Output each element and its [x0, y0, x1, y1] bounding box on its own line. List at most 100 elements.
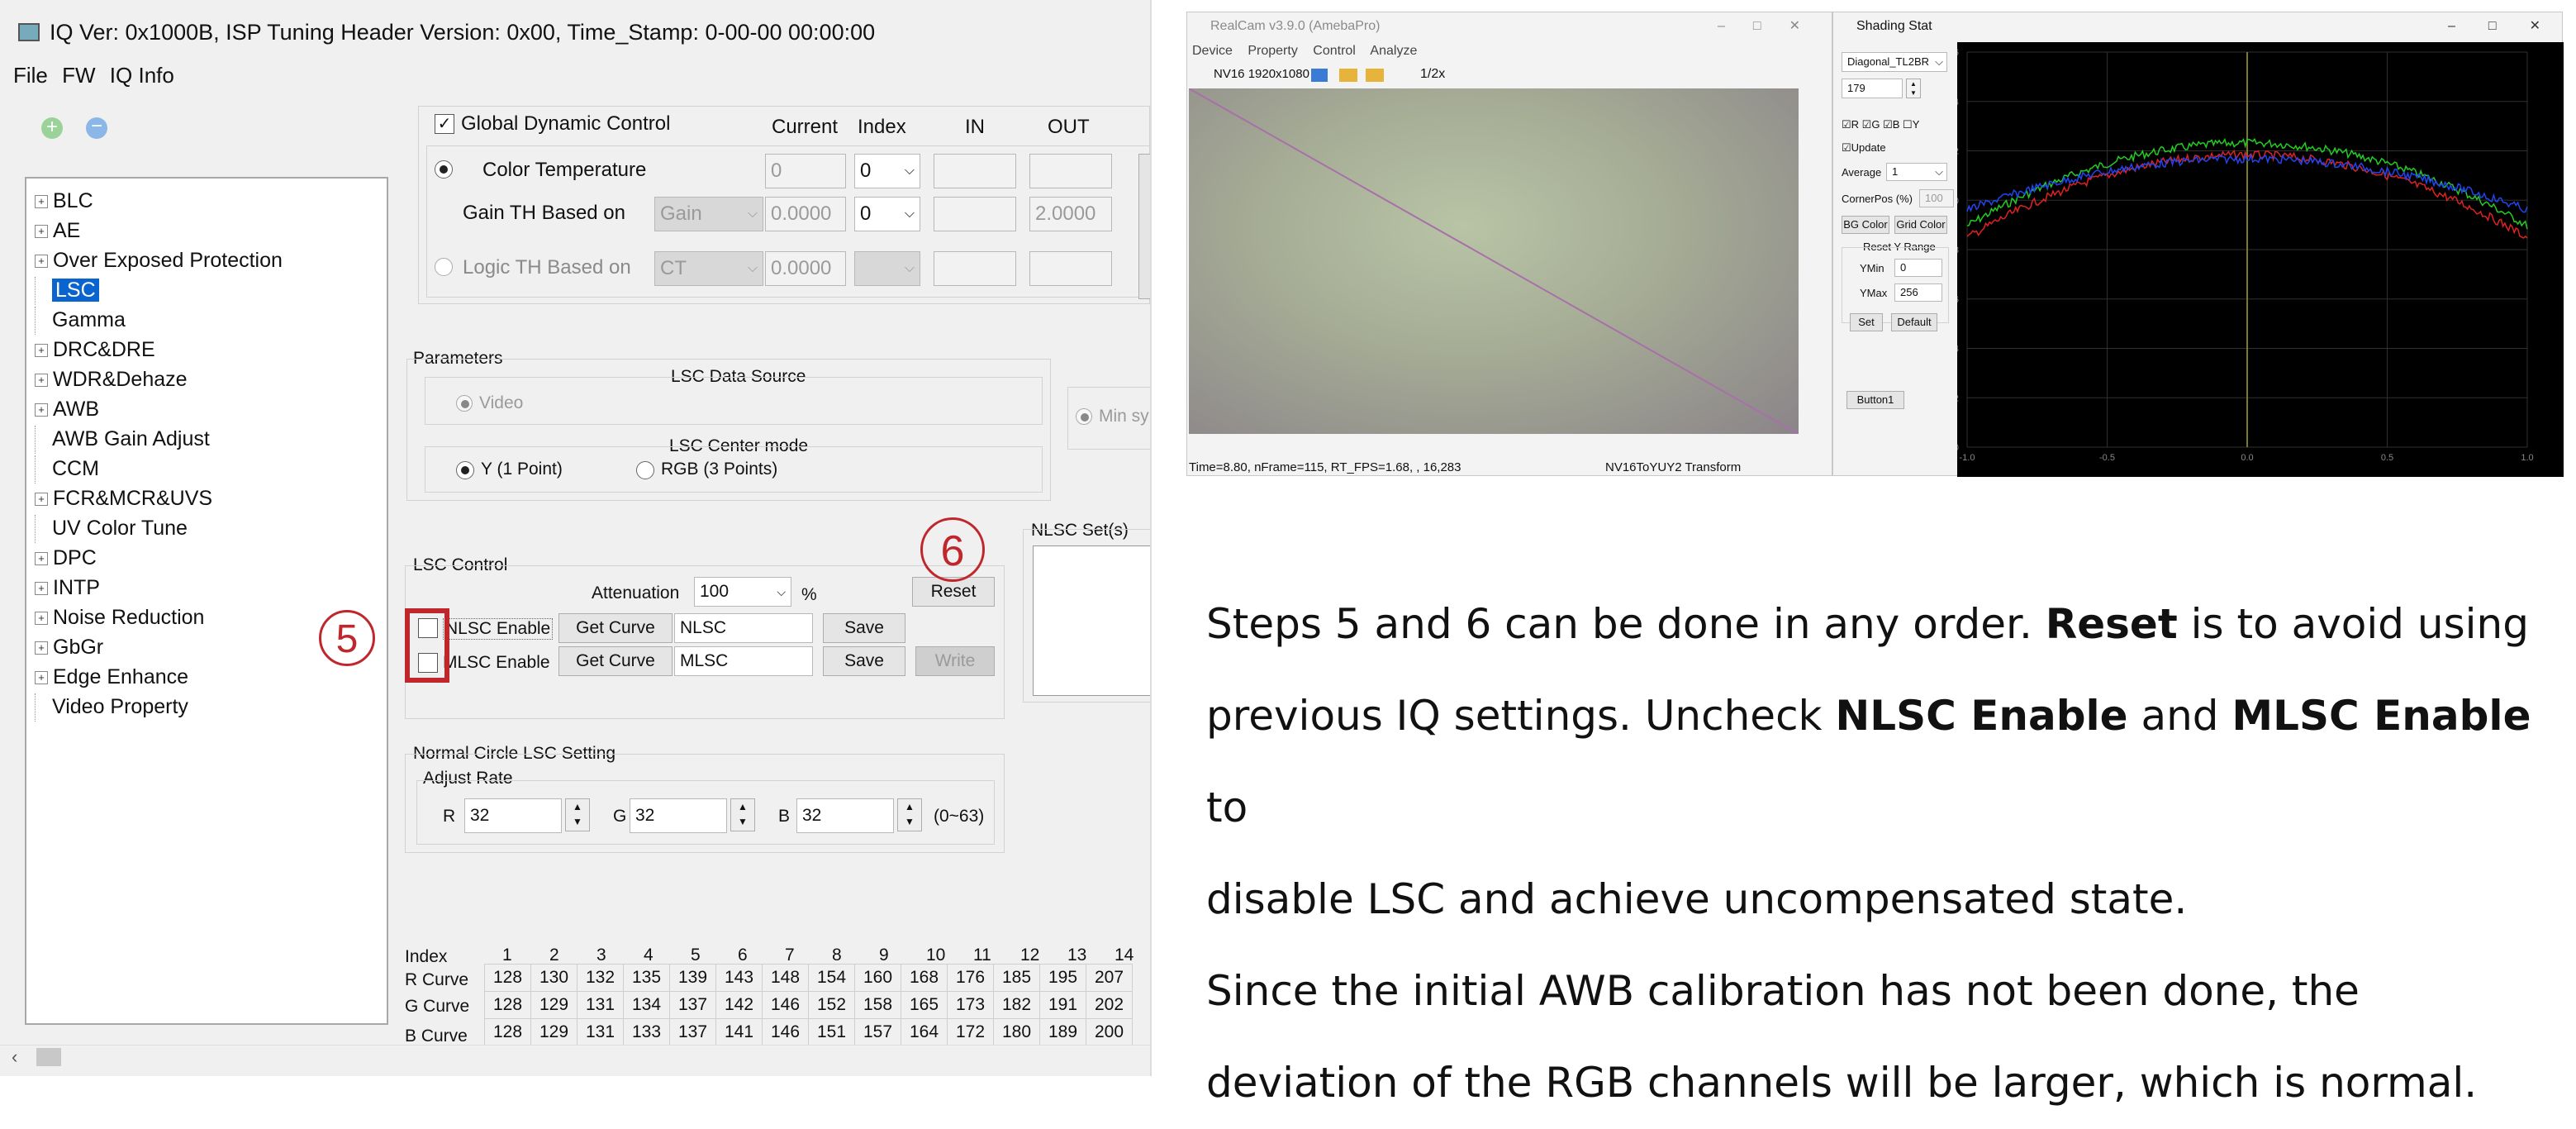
folder-open-icon[interactable]: [1366, 69, 1384, 82]
expand-icon[interactable]: +: [35, 671, 48, 685]
curve-cell[interactable]: 202: [1086, 991, 1133, 1019]
logic-th-radio[interactable]: [435, 258, 453, 276]
g-rate-spinner[interactable]: ▲ ▼: [730, 798, 755, 831]
curve-cell[interactable]: 158: [854, 991, 901, 1019]
expand-icon[interactable]: +: [35, 403, 48, 417]
default-button[interactable]: Default: [1891, 313, 1937, 331]
tree-item-noise-reduction[interactable]: + Noise Reduction: [26, 603, 204, 631]
curve-cell[interactable]: 164: [901, 1018, 948, 1045]
camera-icon[interactable]: [1311, 69, 1328, 82]
update-checkbox[interactable]: ☑Update: [1842, 141, 1886, 155]
r-rate-spinner[interactable]: ▲ ▼: [565, 798, 590, 831]
mlsc-curve-field[interactable]: MLSC: [674, 646, 813, 676]
tree-item-uv-color-tune[interactable]: UV Color Tune: [26, 514, 188, 544]
tree-item-edge-enhance[interactable]: + Edge Enhance: [26, 663, 188, 691]
logic-th-current[interactable]: 0.0000: [765, 251, 846, 286]
min-sync-radio[interactable]: [1076, 408, 1092, 425]
menu-property[interactable]: Property: [1248, 44, 1297, 58]
ymax-field[interactable]: 256: [1894, 283, 1942, 302]
bg-color-button[interactable]: BG Color: [1842, 216, 1889, 234]
g-rate-field[interactable]: 32: [630, 798, 727, 833]
menu-analyze[interactable]: Analyze: [1370, 44, 1417, 58]
menu-fw[interactable]: FW: [62, 63, 95, 88]
curve-cell[interactable]: 160: [854, 964, 901, 992]
set-button[interactable]: Set: [1850, 313, 1883, 331]
curve-cell[interactable]: 146: [762, 991, 809, 1019]
y-point-radio[interactable]: [456, 461, 474, 479]
expand-icon[interactable]: +: [35, 225, 48, 239]
menu-device[interactable]: Device: [1192, 44, 1233, 58]
curve-cell[interactable]: 191: [1039, 991, 1086, 1019]
tree-item-awb[interactable]: + AWB: [26, 395, 99, 423]
tree-item-video-property[interactable]: Video Property: [26, 693, 188, 722]
video-radio[interactable]: [456, 395, 473, 412]
tree-item-fcr-mcr-uvs[interactable]: + FCR&MCR&UVS: [26, 484, 212, 512]
curve-cell[interactable]: 141: [715, 1018, 763, 1045]
curve-cell[interactable]: 172: [947, 1018, 994, 1045]
mode-select[interactable]: Diagonal_TL2BR ⌵: [1842, 52, 1947, 72]
realcam-window-controls[interactable]: –□✕: [1718, 17, 1828, 34]
ymin-field[interactable]: 0: [1894, 259, 1942, 277]
tree-item-gamma[interactable]: Gamma: [26, 306, 126, 336]
tree-item-blc[interactable]: + BLC: [26, 187, 93, 215]
curve-cell[interactable]: 180: [993, 1018, 1040, 1045]
curve-cell[interactable]: 130: [530, 964, 577, 992]
button1[interactable]: Button1: [1846, 391, 1904, 409]
curve-cell[interactable]: 146: [762, 1018, 809, 1045]
curve-cell[interactable]: 176: [947, 964, 994, 992]
mlsc-save-button[interactable]: Save: [823, 646, 905, 676]
curve-cell[interactable]: 139: [669, 964, 716, 992]
logic-th-select[interactable]: CT ⌵: [654, 251, 763, 286]
attenuation-select[interactable]: 100 ⌵: [694, 577, 791, 607]
curve-cell[interactable]: 142: [715, 991, 763, 1019]
write-button[interactable]: Write: [915, 646, 995, 676]
curve-cell[interactable]: 151: [808, 1018, 855, 1045]
logic-th-index[interactable]: ⌵: [854, 251, 920, 286]
tree-item-awb-gain-adjust[interactable]: AWB Gain Adjust: [26, 425, 210, 455]
curve-cell[interactable]: 189: [1039, 1018, 1086, 1045]
curve-cell[interactable]: 185: [993, 964, 1040, 992]
check-b[interactable]: ☑B: [1883, 118, 1899, 131]
gain-th-current[interactable]: 0.0000: [765, 197, 846, 231]
folder-icon[interactable]: [1339, 69, 1357, 82]
curve-cell[interactable]: 195: [1039, 964, 1086, 992]
tree-item-gbgr[interactable]: + GbGr: [26, 633, 103, 661]
curve-cell[interactable]: 137: [669, 991, 716, 1019]
color-temp-index[interactable]: 0 ⌵: [854, 154, 920, 188]
menu-file[interactable]: File: [13, 63, 48, 88]
r-rate-field[interactable]: 32: [464, 798, 562, 833]
shading-window-controls[interactable]: –□✕: [2448, 17, 2574, 34]
scroll-left-icon[interactable]: ‹: [12, 1046, 17, 1068]
check-y[interactable]: ☐Y: [1903, 118, 1919, 131]
position-field[interactable]: 179: [1842, 79, 1903, 98]
scroll-thumb[interactable]: [36, 1048, 61, 1066]
cornerpos-field[interactable]: 100: [1919, 189, 1954, 207]
curve-cell[interactable]: 128: [484, 964, 531, 992]
curve-cell[interactable]: 168: [901, 964, 948, 992]
curve-cell[interactable]: 182: [993, 991, 1040, 1019]
curve-cell[interactable]: 128: [484, 991, 531, 1019]
nlsc-curve-field[interactable]: NLSC: [674, 613, 813, 643]
logic-th-in[interactable]: [934, 251, 1016, 286]
nlsc-get-curve-button[interactable]: Get Curve: [558, 613, 673, 643]
curve-cell[interactable]: 200: [1086, 1018, 1133, 1045]
expand-icon[interactable]: +: [35, 493, 48, 507]
expand-icon[interactable]: +: [35, 344, 48, 358]
nlsc-save-button[interactable]: Save: [823, 613, 905, 643]
expand-icon[interactable]: +: [35, 255, 48, 269]
tree-item-dpc[interactable]: + DPC: [26, 544, 97, 572]
expand-icon[interactable]: +: [35, 582, 48, 596]
curve-cell[interactable]: 128: [484, 1018, 531, 1045]
curve-cell[interactable]: 152: [808, 991, 855, 1019]
curve-cell[interactable]: 129: [530, 1018, 577, 1045]
curve-cell[interactable]: 131: [577, 991, 624, 1019]
curve-cell[interactable]: 157: [854, 1018, 901, 1045]
horizontal-scrollbar[interactable]: [0, 1045, 1150, 1069]
gain-th-select[interactable]: Gain ⌵: [654, 197, 763, 231]
rgb-points-radio[interactable]: [636, 461, 654, 479]
check-r[interactable]: ☑R: [1842, 118, 1859, 131]
tree-item-drc-dre[interactable]: + DRC&DRE: [26, 336, 155, 364]
tree-item-ccm[interactable]: CCM: [26, 455, 99, 484]
average-select[interactable]: 1 ⌵: [1886, 163, 1947, 181]
tree-item-over-exposed-protection[interactable]: + Over Exposed Protection: [26, 246, 283, 274]
